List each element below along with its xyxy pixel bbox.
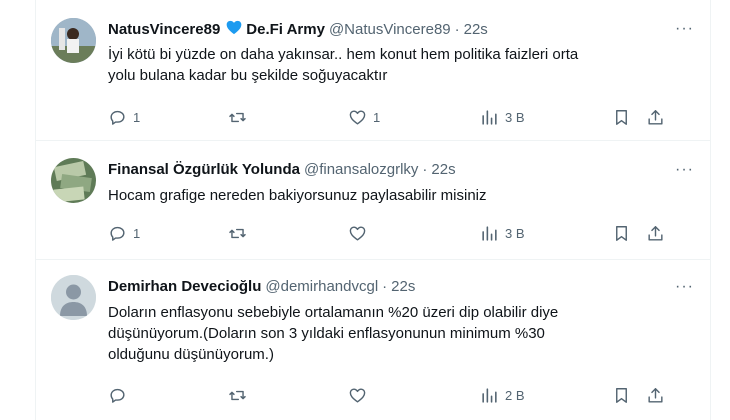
author-name-suffix[interactable]: De.Fi Army [246,21,325,38]
bookmark-button[interactable] [612,386,631,405]
bookmark-icon [616,110,627,125]
tweet-text: Doların enflasyonu sebebiyle ortalamanın… [108,302,688,365]
retweet-button[interactable] [228,224,253,243]
author-name[interactable]: Finansal Özgürlük Yolunda [108,161,300,178]
views-count: 2 B [505,388,525,403]
views-count: 3 B [505,110,525,125]
reply-icon [110,110,125,125]
views-chart-icon [482,226,497,241]
share-button[interactable] [646,224,665,243]
like-button[interactable]: 1 [348,108,380,127]
heart-icon [349,388,366,403]
like-button[interactable] [348,224,373,243]
timestamp[interactable]: 22s [464,21,488,38]
reply-feed: NatusVincere89 De.Fi Army @NatusVincere8… [35,0,711,420]
author-handle[interactable]: @NatusVincere89 [329,21,451,38]
views-button[interactable]: 2 B [480,386,525,405]
tweet-actions: 2 B [98,386,698,408]
heart-icon [349,110,366,125]
reply-icon [110,388,125,403]
tweet-text: İyi kötü bi yüzde on daha yakınsar.. hem… [108,44,688,86]
bookmark-icon [616,388,627,403]
tweet-actions: 1 1 3 B [98,108,698,130]
like-count: 1 [373,110,381,125]
share-icon [648,388,663,403]
retweet-icon [229,390,246,401]
author-handle[interactable]: @finansalozgrlky [304,161,418,178]
reply-button[interactable]: 1 [108,224,140,243]
tweet-text-line: Hocam grafige nereden bakiyorsunuz payla… [108,187,487,204]
reply-count: 1 [133,226,141,241]
reply-button[interactable]: 1 [108,108,140,127]
share-button[interactable] [646,108,665,127]
tweet[interactable]: Finansal Özgürlük Yolunda @finansalozgrl… [36,141,710,260]
share-button[interactable] [646,386,665,405]
timestamp[interactable]: 22s [391,278,415,295]
tweet[interactable]: Demirhan Devecioğlu @demirhandvcgl · 22s… [36,260,710,420]
avatar[interactable] [51,158,96,203]
views-chart-icon [482,388,497,403]
blue-heart-icon [226,20,242,39]
reply-icon [110,226,125,241]
more-options-icon[interactable]: ··· [675,278,694,296]
share-icon [648,110,663,125]
author-name[interactable]: Demirhan Devecioğlu [108,278,261,295]
author-handle[interactable]: @demirhandvcgl [265,278,378,295]
bookmark-button[interactable] [612,108,631,127]
retweet-icon [229,112,246,123]
reply-count: 1 [133,110,141,125]
retweet-button[interactable] [228,386,253,405]
share-icon [648,226,663,241]
retweet-icon [229,228,246,239]
views-button[interactable]: 3 B [480,108,525,127]
separator-dot: · [382,278,388,295]
tweet-actions: 1 3 B [98,224,698,246]
timestamp[interactable]: 22s [431,161,455,178]
bookmark-icon [616,226,627,241]
tweet-text-line: Doların enflasyonu sebebiyle ortalamanın… [108,304,559,321]
like-button[interactable] [348,386,373,405]
author-name[interactable]: NatusVincere89 [108,21,220,38]
reply-button[interactable] [108,386,133,405]
views-button[interactable]: 3 B [480,224,525,243]
tweet-text-line: olduğunu düşünüyorum.) [108,346,274,363]
bookmark-button[interactable] [612,224,631,243]
avatar[interactable] [51,275,96,320]
tweet-text-line: İyi kötü bi yüzde on daha yakınsar.. hem… [108,46,579,63]
tweet-text-line: düşünüyorum.(Doların son 3 yıldaki enfla… [108,325,545,342]
more-options-icon[interactable]: ··· [675,20,694,38]
avatar[interactable] [51,18,96,63]
retweet-button[interactable] [228,108,253,127]
separator-dot: · [422,161,428,178]
tweet-text-line: yolu bulana kadar bu şekilde soğuyacaktı… [108,67,388,84]
tweet-text: Hocam grafige nereden bakiyorsunuz payla… [108,185,688,206]
separator-dot: · [454,21,460,38]
tweet[interactable]: NatusVincere89 De.Fi Army @NatusVincere8… [36,0,710,141]
heart-icon [349,226,366,241]
views-chart-icon [482,110,497,125]
more-options-icon[interactable]: ··· [675,161,694,179]
views-count: 3 B [505,226,525,241]
